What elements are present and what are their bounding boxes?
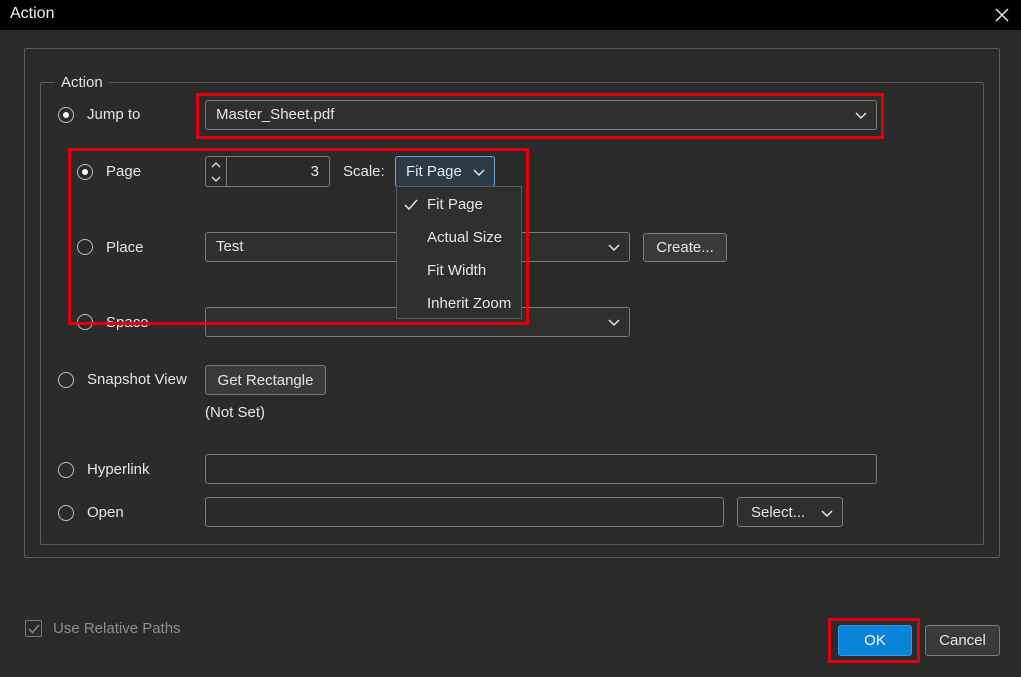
- place-value: Test: [216, 238, 244, 255]
- open-radio[interactable]: [58, 505, 74, 521]
- jump-to-file-value: Master_Sheet.pdf: [216, 106, 335, 123]
- stepper-up-button[interactable]: [206, 158, 226, 172]
- window-title: Action: [10, 5, 55, 22]
- chevron-down-icon: [211, 176, 221, 182]
- chevron-down-icon: [855, 112, 867, 120]
- snapshot-status: (Not Set): [205, 404, 266, 421]
- stepper-down-button[interactable]: [206, 172, 226, 186]
- jump-to-label: Jump to: [87, 106, 141, 123]
- chevron-down-icon: [473, 169, 485, 177]
- stepper-divider: [226, 157, 227, 186]
- page-label: Page: [106, 163, 142, 180]
- chevron-down-icon: [608, 319, 620, 327]
- space-label: Space: [106, 314, 149, 331]
- snapshot-view-label: Snapshot View: [87, 371, 187, 388]
- scale-option-actual-size[interactable]: Actual Size: [397, 221, 521, 254]
- chevron-down-icon: [821, 510, 833, 518]
- scale-option-label: Fit Width: [427, 262, 487, 279]
- place-label: Place: [106, 239, 144, 256]
- open-path-input[interactable]: [205, 497, 724, 527]
- jump-to-file-select[interactable]: Master_Sheet.pdf: [205, 100, 877, 130]
- use-relative-paths-label: Use Relative Paths: [53, 620, 181, 637]
- ok-button[interactable]: OK: [838, 625, 912, 656]
- close-icon: [995, 8, 1009, 22]
- create-button[interactable]: Create...: [643, 233, 727, 262]
- open-label: Open: [87, 504, 124, 521]
- page-number-stepper[interactable]: 3: [205, 156, 330, 187]
- hyperlink-label: Hyperlink: [87, 461, 150, 478]
- space-radio[interactable]: [77, 314, 93, 330]
- scale-option-label: Fit Page: [427, 196, 483, 213]
- hyperlink-radio[interactable]: [58, 462, 74, 478]
- chevron-down-icon: [608, 244, 620, 252]
- page-radio[interactable]: [77, 164, 93, 180]
- scale-option-label: Actual Size: [427, 229, 503, 246]
- checkmark-icon: [27, 624, 40, 634]
- title-bar: [0, 0, 1021, 30]
- scale-option-label: Inherit Zoom: [427, 295, 512, 312]
- close-button[interactable]: [988, 3, 1016, 27]
- open-select-label: Select...: [751, 504, 806, 521]
- scale-select[interactable]: Fit Page: [395, 156, 495, 187]
- scale-option-fit-page[interactable]: Fit Page: [397, 188, 521, 221]
- chevron-up-icon: [211, 162, 221, 168]
- checkmark-icon: [404, 199, 418, 211]
- scale-dropdown-menu: Fit Page Actual Size Fit Width Inherit Z…: [396, 186, 522, 319]
- open-select-dropdown[interactable]: Select...: [737, 497, 843, 527]
- get-rectangle-button[interactable]: Get Rectangle: [205, 365, 326, 395]
- scale-option-inherit-zoom[interactable]: Inherit Zoom: [397, 287, 521, 320]
- action-group-legend: Action: [55, 74, 109, 91]
- scale-value: Fit Page: [406, 163, 462, 180]
- snapshot-view-radio[interactable]: [58, 372, 74, 388]
- use-relative-paths-checkbox[interactable]: [25, 620, 42, 637]
- jump-to-radio[interactable]: [58, 107, 74, 123]
- page-number-value: 3: [310, 163, 319, 180]
- scale-label: Scale:: [343, 163, 385, 180]
- scale-option-fit-width[interactable]: Fit Width: [397, 254, 521, 287]
- cancel-button[interactable]: Cancel: [925, 625, 1000, 656]
- place-radio[interactable]: [77, 239, 93, 255]
- hyperlink-input[interactable]: [205, 454, 877, 484]
